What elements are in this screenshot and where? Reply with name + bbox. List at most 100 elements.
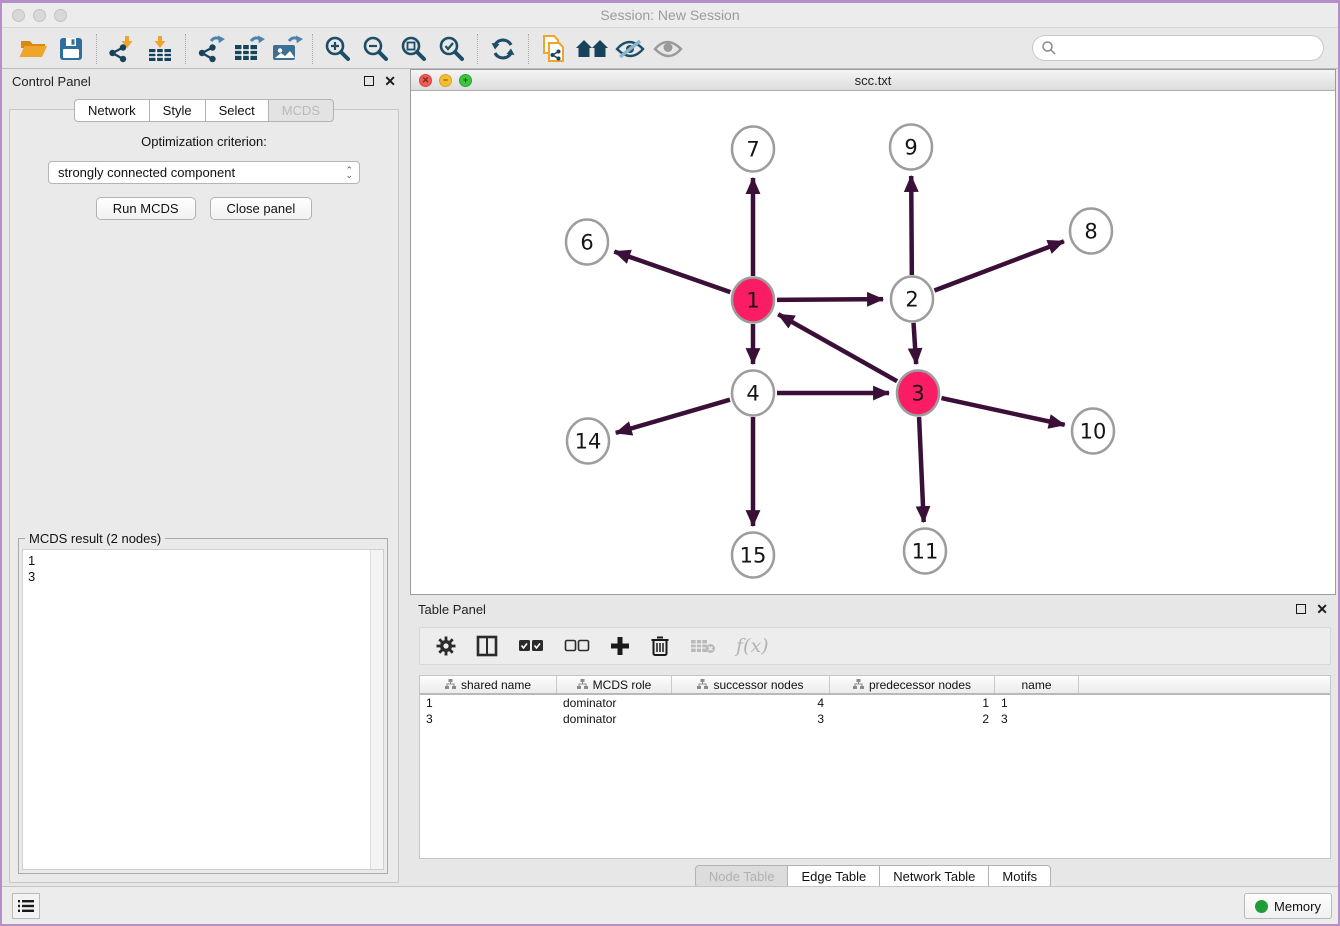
mcds-result-text: 1 3 — [23, 550, 383, 585]
save-session-icon[interactable] — [52, 33, 90, 65]
graph-node-label-14: 14 — [575, 429, 602, 453]
graph-edge-2-9[interactable] — [911, 176, 912, 275]
export-network-icon[interactable] — [192, 33, 230, 65]
cell-successor-nodes[interactable]: 3 — [672, 711, 830, 727]
select-all-icon[interactable] — [518, 639, 544, 653]
tab-network[interactable]: Network — [74, 99, 150, 122]
cell-successor-nodes[interactable]: 4 — [672, 695, 830, 711]
toolbar-separator — [96, 34, 97, 64]
column-header-shared-name[interactable]: shared name — [420, 676, 557, 693]
graph-edge-4-14[interactable] — [616, 400, 730, 433]
application-window: Session: New Session — [0, 0, 1340, 926]
table-row[interactable]: 3 dominator 3 2 3 — [420, 711, 1330, 727]
criterion-select[interactable]: strongly connected component ⌃⌄ — [48, 161, 360, 184]
graph-edge-2-3[interactable] — [914, 323, 917, 364]
hide-selected-icon[interactable] — [611, 33, 649, 65]
main-toolbar — [2, 29, 1338, 69]
table-panel: Table Panel ✕ — [410, 597, 1336, 887]
graph-edge-3-1[interactable] — [778, 314, 897, 381]
graph-edge-1-2[interactable] — [777, 299, 883, 300]
zoom-selected-icon[interactable] — [433, 33, 471, 65]
graph-node-label-6: 6 — [580, 230, 593, 254]
graph-node-label-1: 1 — [746, 288, 759, 312]
graph-node-label-3: 3 — [911, 381, 924, 405]
delete-table-icon[interactable] — [690, 638, 716, 654]
close-panel-button[interactable]: Close panel — [210, 197, 313, 220]
float-panel-icon[interactable] — [364, 76, 374, 86]
tab-mcds[interactable]: MCDS — [269, 99, 334, 122]
minimize-view-icon[interactable]: − — [439, 74, 452, 87]
refresh-layout-icon[interactable] — [484, 33, 522, 65]
cell-mcds-role[interactable]: dominator — [557, 711, 672, 727]
maximize-view-icon[interactable]: + — [459, 74, 472, 87]
list-icon — [18, 899, 34, 913]
delete-column-icon[interactable] — [650, 635, 670, 657]
zoom-out-icon[interactable] — [357, 33, 395, 65]
criterion-value: strongly connected component — [58, 165, 235, 180]
run-mcds-button[interactable]: Run MCDS — [96, 197, 196, 220]
export-table-icon[interactable] — [230, 33, 268, 65]
column-header-successor-nodes[interactable]: successor nodes — [672, 676, 830, 693]
show-hidden-icon[interactable] — [649, 33, 687, 65]
tab-edge-table[interactable]: Edge Table — [788, 865, 880, 888]
memory-button[interactable]: Memory — [1244, 893, 1332, 919]
tab-style[interactable]: Style — [150, 99, 206, 122]
graph-edge-2-8[interactable] — [934, 241, 1063, 290]
import-network-icon[interactable] — [103, 33, 141, 65]
close-panel-icon[interactable]: ✕ — [384, 76, 396, 86]
clone-network-icon[interactable] — [535, 33, 573, 65]
column-header-mcds-role[interactable]: MCDS role — [557, 676, 672, 693]
column-header-name[interactable]: name — [995, 676, 1079, 693]
graph-edge-3-10[interactable] — [941, 398, 1064, 425]
first-neighbors-icon[interactable] — [573, 33, 611, 65]
graph-edge-1-6[interactable] — [614, 252, 730, 293]
tab-select[interactable]: Select — [206, 99, 269, 122]
zoom-in-icon[interactable] — [319, 33, 357, 65]
cell-name[interactable]: 3 — [995, 711, 1079, 727]
zoom-fit-icon[interactable] — [395, 33, 433, 65]
mcds-result-title: MCDS result (2 nodes) — [25, 531, 165, 546]
cell-mcds-role[interactable]: dominator — [557, 695, 672, 711]
select-stepper-icon: ⌃⌄ — [345, 168, 353, 178]
task-history-button[interactable] — [12, 893, 40, 919]
close-view-icon[interactable]: ✕ — [419, 74, 432, 87]
sort-hierarchy-icon — [853, 679, 864, 690]
graph-node-label-8: 8 — [1084, 219, 1097, 243]
deselect-all-icon[interactable] — [564, 639, 590, 653]
control-panel-title: Control Panel — [12, 74, 91, 89]
graph-node-label-7: 7 — [746, 137, 759, 161]
graph-node-label-11: 11 — [912, 539, 939, 563]
search-field[interactable] — [1032, 35, 1324, 61]
float-table-panel-icon[interactable] — [1296, 604, 1306, 614]
tab-network-table[interactable]: Network Table — [880, 865, 989, 888]
close-table-panel-icon[interactable]: ✕ — [1316, 604, 1328, 614]
search-input[interactable] — [1057, 41, 1307, 56]
cell-name[interactable]: 1 — [995, 695, 1079, 711]
network-canvas[interactable]: 7968124314101511 — [411, 91, 1335, 593]
cell-predecessor-nodes[interactable]: 1 — [830, 695, 995, 711]
tab-motifs[interactable]: Motifs — [989, 865, 1051, 888]
gear-icon[interactable] — [436, 636, 456, 656]
mcds-result-area[interactable]: 1 3 — [22, 549, 384, 870]
control-panel: Control Panel ✕ Network Style Select MCD… — [4, 69, 404, 887]
add-column-icon[interactable] — [610, 636, 630, 656]
sort-hierarchy-icon — [445, 679, 456, 690]
export-image-icon[interactable] — [268, 33, 306, 65]
mcds-result-group: MCDS result (2 nodes) 1 3 — [18, 538, 388, 874]
graph-edge-3-11[interactable] — [919, 417, 924, 522]
import-table-icon[interactable] — [141, 33, 179, 65]
function-builder-icon[interactable]: f(x) — [736, 635, 769, 657]
tab-node-table[interactable]: Node Table — [695, 865, 789, 888]
cell-predecessor-nodes[interactable]: 2 — [830, 711, 995, 727]
network-window-title: scc.txt — [411, 73, 1335, 88]
graph-node-label-9: 9 — [904, 135, 917, 159]
column-layout-icon[interactable] — [476, 635, 498, 657]
cell-shared-name[interactable]: 3 — [420, 711, 557, 727]
cell-shared-name[interactable]: 1 — [420, 695, 557, 711]
open-session-icon[interactable] — [14, 33, 52, 65]
column-header-predecessor-nodes[interactable]: predecessor nodes — [830, 676, 995, 693]
table-tabs: Node Table Edge Table Network Table Moti… — [410, 865, 1336, 888]
result-scrollbar[interactable] — [370, 550, 383, 869]
graph-node-label-2: 2 — [905, 287, 918, 311]
table-row[interactable]: 1 dominator 4 1 1 — [420, 695, 1330, 711]
